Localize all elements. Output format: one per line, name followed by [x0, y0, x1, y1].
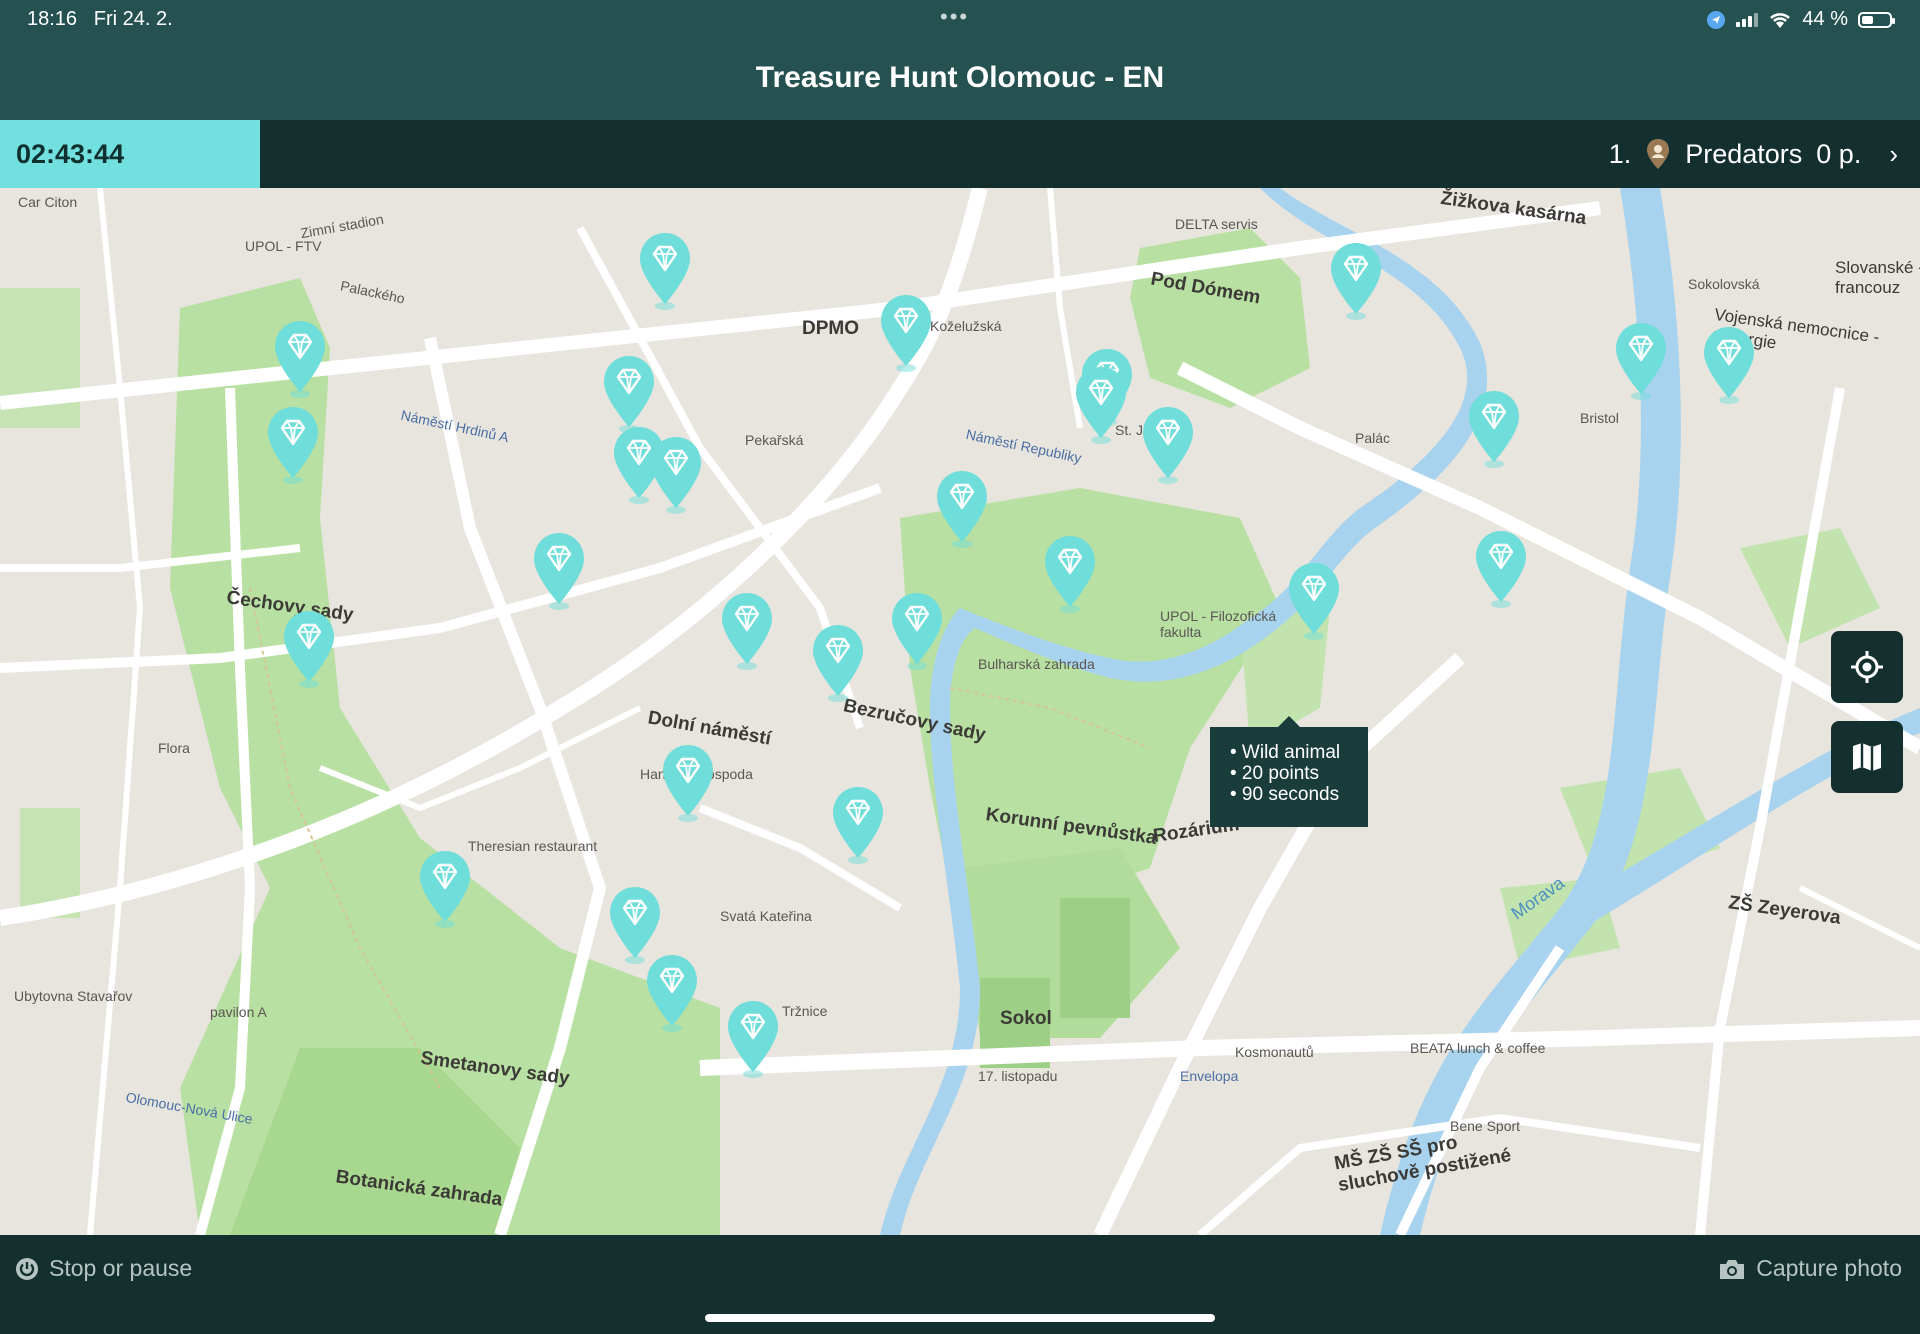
map-label-trznice: Tržnice: [782, 1003, 828, 1019]
info-bar: 02:43:44 1. Predators 0 p. ›: [0, 120, 1920, 188]
map-icon: [1853, 743, 1881, 771]
treasure-pin-diamond-icon[interactable]: [647, 434, 705, 516]
treasure-pin-diamond-icon[interactable]: [1465, 388, 1523, 470]
status-indicators: 44 %: [1706, 8, 1895, 31]
stop-or-pause-label: Stop or pause: [49, 1255, 193, 1281]
treasure-pin-diamond-icon[interactable]: [530, 530, 588, 612]
map-label-sokol: Sokol: [1000, 1008, 1052, 1029]
map-label-kozeluzska: Koželužská: [930, 318, 1002, 334]
map-label-filozoficka: UPOL - Filozofická fakulta: [1160, 608, 1277, 640]
battery-percent: 44 %: [1802, 8, 1848, 30]
status-time: 18:16 Fri 24. 2.: [27, 8, 173, 30]
treasure-pin-diamond-icon[interactable]: [264, 404, 322, 486]
map-label-bulharska: Bulharská zahrada: [978, 656, 1095, 672]
map-label-listopadu: 17. listopadu: [978, 1068, 1058, 1084]
map-label-svata-katerina: Svatá Kateřina: [720, 908, 812, 924]
treasure-pin-diamond-icon[interactable]: [280, 608, 338, 690]
crosshair-icon: [1851, 651, 1883, 683]
bottom-bar: Stop or pause Capture photo: [0, 1235, 1920, 1334]
treasure-pin-diamond-icon[interactable]: [724, 998, 782, 1080]
team-points: 0 p.: [1816, 138, 1862, 169]
team-score-button[interactable]: 1. Predators 0 p. ›: [1609, 120, 1898, 188]
wifi-icon: [1770, 12, 1791, 28]
map-label-upol-ftv: UPOL - FTV: [245, 238, 322, 254]
map-label-bene: Bene Sport: [1450, 1118, 1521, 1134]
treasure-pin-diamond-icon[interactable]: [1139, 404, 1197, 486]
map-label-bristol: Bristol: [1580, 410, 1619, 426]
map-label-sokolovska: Sokolovská: [1688, 276, 1760, 292]
map-label-theresian: Theresian restaurant: [468, 838, 598, 854]
map-label-pekarska: Pekařská: [745, 432, 804, 448]
treasure-pin-diamond-icon[interactable]: [1072, 364, 1130, 446]
team-location-pin-icon: [1647, 139, 1670, 169]
stop-or-pause-button[interactable]: Stop or pause: [15, 1255, 192, 1282]
map-label-palac: Palác: [1355, 430, 1391, 446]
team-name: Predators: [1685, 138, 1803, 169]
treasure-pin-diamond-icon[interactable]: [1472, 528, 1530, 610]
treasure-pin-diamond-icon[interactable]: [416, 848, 474, 930]
map-label-flora: Flora: [158, 740, 190, 756]
map-label-slovanske: Slovanské - francouz: [1835, 258, 1920, 297]
treasure-pin-diamond-icon[interactable]: [643, 952, 701, 1034]
capture-photo-label: Capture photo: [1756, 1255, 1902, 1281]
treasure-pin-diamond-icon[interactable]: [271, 318, 329, 400]
home-indicator[interactable]: [705, 1314, 1215, 1322]
map-label-ubytovna: Ubytovna Stavařov: [14, 988, 133, 1004]
map-view[interactable]: Čechovy sady Smetanovy sady Botanická za…: [0, 188, 1920, 1235]
map-label-delta: DELTA servis: [1175, 216, 1258, 232]
treasure-pin-diamond-icon[interactable]: [636, 230, 694, 312]
treasure-pin-diamond-icon[interactable]: [600, 353, 658, 435]
treasure-pin-diamond-icon[interactable]: [877, 292, 935, 374]
map-label-dpmo: DPMO: [802, 318, 859, 339]
treasure-tooltip: • Wild animal • 20 points • 90 seconds: [1210, 716, 1368, 827]
status-bar: 18:16 Fri 24. 2. ••• 44 %: [0, 0, 1920, 40]
team-rank: 1.: [1608, 138, 1632, 169]
treasure-pin-diamond-icon[interactable]: [1041, 533, 1099, 615]
page-title: Treasure Hunt Olomouc - EN: [755, 61, 1165, 94]
map-label-kosmonautu: Kosmonautů: [1235, 1044, 1314, 1060]
app-header: Treasure Hunt Olomouc - EN: [0, 40, 1920, 120]
cellular-signal-icon: [1736, 12, 1759, 27]
treasure-pin-diamond-icon[interactable]: [1285, 560, 1343, 642]
treasure-pin-diamond-icon[interactable]: [809, 622, 867, 704]
locate-me-button[interactable]: [1831, 631, 1903, 703]
chevron-right-icon: ›: [1889, 138, 1898, 169]
multitasking-dots-icon[interactable]: •••: [940, 4, 969, 30]
power-icon: [16, 1257, 38, 1280]
treasure-pin-diamond-icon[interactable]: [933, 468, 991, 550]
treasure-pin-diamond-icon[interactable]: [659, 742, 717, 824]
battery-icon: [1858, 11, 1895, 28]
map-label-pavilon-a: pavilon A: [210, 1004, 267, 1020]
treasure-pin-diamond-icon[interactable]: [1700, 324, 1758, 406]
countdown-timer: 02:43:44: [0, 120, 260, 188]
treasure-pin-diamond-icon[interactable]: [1612, 320, 1670, 402]
tooltip-line-points: • 20 points: [1230, 763, 1320, 784]
map-layers-button[interactable]: [1831, 721, 1903, 793]
treasure-pin-diamond-icon[interactable]: [1327, 240, 1385, 322]
capture-photo-button[interactable]: Capture photo: [1718, 1255, 1902, 1282]
treasure-pin-diamond-icon[interactable]: [718, 590, 776, 672]
map-label-car-citon: Car Citon: [18, 194, 78, 210]
camera-icon: [1720, 1259, 1745, 1279]
treasure-pin-diamond-icon[interactable]: [829, 784, 887, 866]
treasure-pin-diamond-icon[interactable]: [888, 590, 946, 672]
location-icon: [1707, 10, 1726, 29]
map-label-envelopa: Envelopa: [1180, 1068, 1239, 1084]
map-label-beata: BEATA lunch & coffee: [1410, 1040, 1546, 1056]
tooltip-line-type: • Wild animal: [1230, 742, 1341, 763]
tooltip-line-time: • 90 seconds: [1230, 784, 1340, 805]
